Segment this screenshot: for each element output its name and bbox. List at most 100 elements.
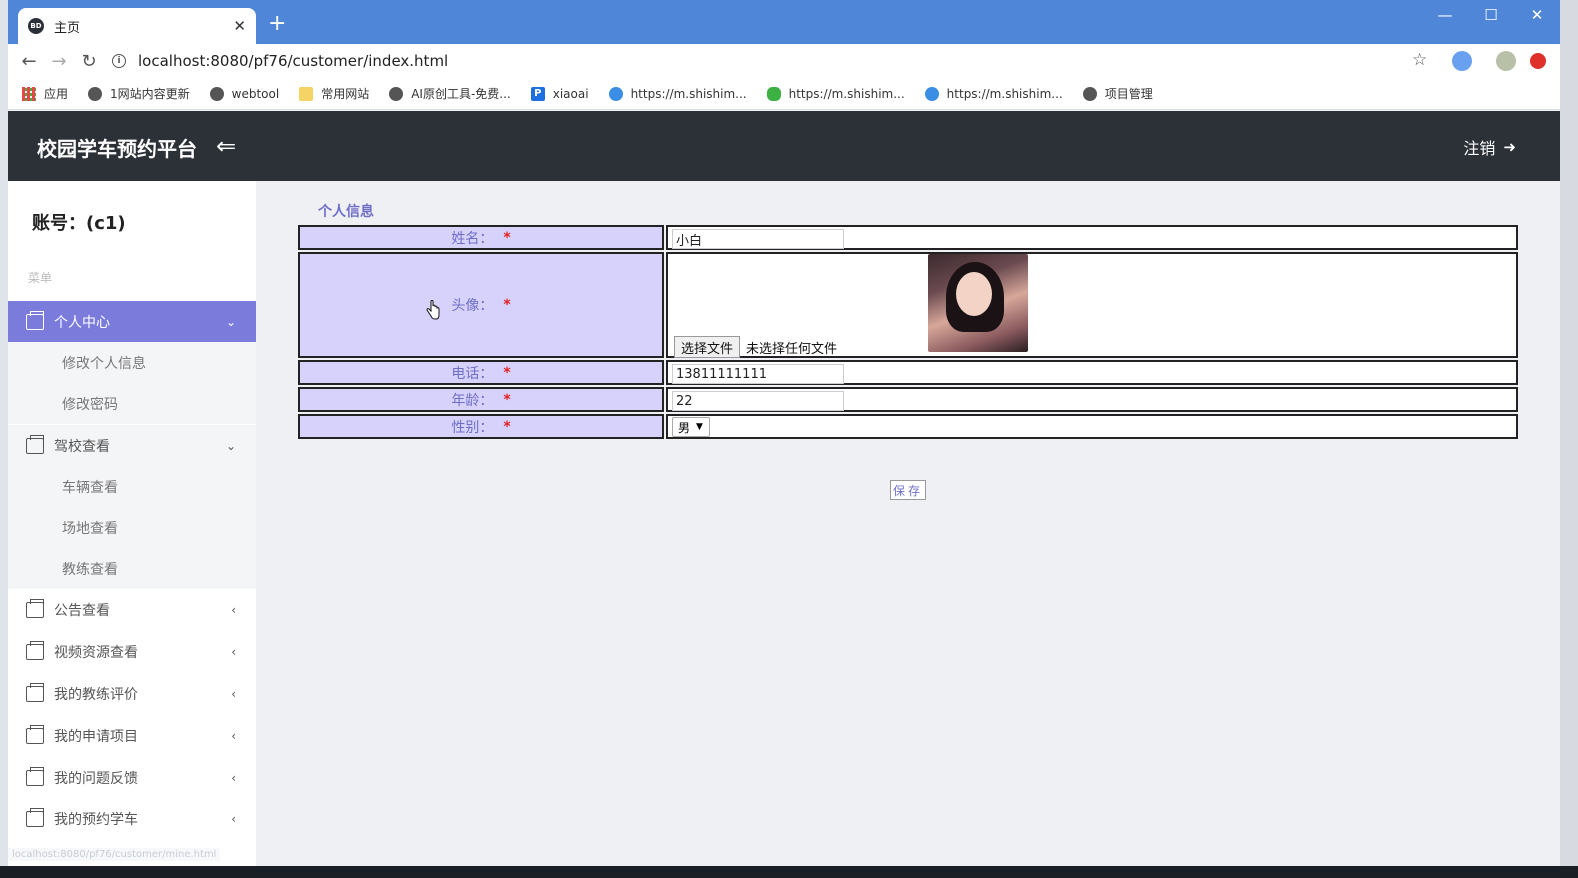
reload-icon[interactable]: ↻	[74, 51, 104, 72]
sidebar-item-reservations[interactable]: 我的预约学车 ‹	[8, 798, 256, 839]
bookmark-item[interactable]: webtool	[209, 86, 280, 101]
globe-icon	[1082, 86, 1097, 101]
blue-c-icon	[608, 86, 623, 101]
field-label: 电话： *	[298, 360, 664, 385]
sidebar-subitem-change-password[interactable]: 修改密码	[8, 383, 256, 424]
url-field[interactable]: i localhost:8080/pf76/customer/index.htm…	[112, 47, 1402, 75]
gender-select[interactable]: 男 ▼	[672, 417, 710, 437]
browser-tab[interactable]: BD 主页 ✕	[18, 8, 256, 44]
sidebar-item-driving-school[interactable]: 驾校查看 ⌄	[8, 425, 256, 466]
sidebar-item-label: 我的教练评价	[54, 686, 138, 703]
sidebar-item-label: 视频资源查看	[54, 644, 138, 661]
choose-file-button[interactable]: 选择文件	[674, 336, 741, 358]
tab-favicon-icon: BD	[28, 18, 44, 34]
bookmark-label: webtool	[231, 86, 280, 101]
form-row-avatar: 头像： * 选择文件 未选择任何文件	[298, 252, 1518, 358]
required-mark: *	[503, 297, 511, 313]
sidebar-subitem-vehicles[interactable]: 车辆查看	[8, 466, 256, 507]
age-input[interactable]	[672, 391, 844, 411]
name-input[interactable]	[672, 229, 844, 249]
account-label: 账号：(c1)	[32, 213, 126, 234]
sidebar-subitem-venues[interactable]: 场地查看	[8, 507, 256, 548]
sidebar-item-label: 我的预约学车	[54, 811, 138, 828]
app-title: 校园学车预约平台	[37, 137, 197, 161]
sidebar-item-personal-center[interactable]: 个人中心 ⌄	[8, 301, 256, 342]
sidebar-item-announcements[interactable]: 公告查看 ‹	[8, 589, 256, 630]
logout-icon: ➜	[1503, 138, 1516, 156]
menu-label: 菜单	[28, 271, 53, 285]
save-button[interactable]: 保存	[890, 480, 926, 500]
minimize-icon[interactable]: —	[1430, 6, 1460, 24]
logout-button[interactable]: 注销 ➜	[1463, 135, 1516, 159]
folder-stack-icon	[26, 807, 44, 827]
sidebar-item-feedback[interactable]: 我的问题反馈 ‹	[8, 757, 256, 798]
forward-arrow-icon[interactable]: →	[44, 51, 74, 72]
tab-close-icon[interactable]: ✕	[233, 17, 246, 35]
globe-icon	[209, 86, 224, 101]
field-label: 头像： *	[298, 252, 664, 358]
sidebar-item-videos[interactable]: 视频资源查看 ‹	[8, 631, 256, 672]
folder-icon	[299, 86, 314, 101]
globe-icon	[88, 86, 103, 101]
label-text: 电话：	[451, 365, 494, 382]
field-value	[666, 225, 1518, 250]
folder-stack-icon	[26, 434, 44, 454]
label-text: 年龄：	[451, 392, 494, 409]
p-logo-icon: P	[530, 86, 545, 101]
sidebar-subitem-coaches[interactable]: 教练查看	[8, 548, 256, 589]
bookmark-label: 1网站内容更新	[110, 87, 190, 101]
sidebar-item-label: 我的问题反馈	[54, 770, 138, 787]
form-row-gender: 性别： * 男 ▼	[298, 414, 1518, 439]
profile-avatar-icon[interactable]	[1496, 51, 1516, 71]
phone-input[interactable]	[672, 364, 844, 384]
gender-select-value: 男	[678, 420, 691, 435]
wechat-icon	[766, 86, 781, 101]
section-title: 个人信息	[318, 204, 374, 220]
sidebar-subitem-edit-profile[interactable]: 修改个人信息	[8, 342, 256, 383]
bookmark-label: AI原创工具-免费...	[411, 87, 511, 101]
bookmark-item[interactable]: https://m.shishim...	[608, 86, 747, 101]
bookmark-item[interactable]: 项目管理	[1082, 85, 1153, 102]
menu-toggle-icon[interactable]: ⇐	[216, 133, 236, 159]
label-text: 头像：	[451, 298, 494, 314]
browser-window: BD 主页 ✕ + — ☐ ✕ ← → ↻ i localhost:8080/p…	[8, 0, 1560, 866]
folder-stack-icon	[26, 766, 44, 786]
window-close-icon[interactable]: ✕	[1522, 6, 1552, 24]
chevron-left-icon: ‹	[231, 602, 236, 617]
info-icon[interactable]: i	[112, 54, 126, 68]
back-arrow-icon[interactable]: ←	[14, 51, 44, 72]
browser-titlebar: BD 主页 ✕ + — ☐ ✕	[8, 0, 1560, 44]
update-alert-icon[interactable]	[1530, 53, 1546, 69]
sidebar-item-coach-reviews[interactable]: 我的教练评价 ‹	[8, 673, 256, 714]
url-text: localhost:8080/pf76/customer/index.html	[138, 52, 449, 70]
desktop-edge-left	[0, 0, 8, 878]
main-content: 个人信息 姓名： * 头像： * 选择文件 未选择任何文件 电话： * 年龄： *	[256, 181, 1560, 866]
sidebar-item-label: 我的申请项目	[54, 728, 138, 745]
chevron-left-icon: ‹	[231, 644, 236, 659]
folder-stack-icon	[26, 310, 44, 330]
app-header: 校园学车预约平台 ⇐ 注销 ➜	[8, 111, 1560, 181]
folder-stack-icon	[26, 724, 44, 744]
bookmark-item[interactable]: 1网站内容更新	[88, 85, 190, 102]
new-tab-icon[interactable]: +	[268, 12, 286, 36]
bookmark-item[interactable]: Pxiaoai	[530, 86, 589, 101]
field-label: 性别： *	[298, 414, 664, 439]
sidebar-item-applications[interactable]: 我的申请项目 ‹	[8, 715, 256, 756]
form-row-age: 年龄： *	[298, 387, 1518, 412]
bookmark-item[interactable]: AI原创工具-免费...	[389, 85, 511, 102]
form-row-name: 姓名： *	[298, 225, 1518, 250]
bookmark-star-icon[interactable]: ☆	[1412, 50, 1427, 70]
required-mark: *	[503, 229, 511, 246]
sidebar-item-label: 个人中心	[54, 314, 110, 331]
maximize-icon[interactable]: ☐	[1476, 6, 1506, 24]
bookmark-label: https://m.shishim...	[788, 86, 905, 101]
chevron-left-icon: ‹	[231, 811, 236, 826]
bookmark-item[interactable]: 应用	[22, 85, 68, 102]
chevron-left-icon: ‹	[231, 686, 236, 701]
label-text: 性别：	[451, 419, 494, 436]
logout-label: 注销	[1463, 139, 1496, 158]
bookmark-item[interactable]: 常用网站	[299, 85, 369, 102]
bookmark-item[interactable]: https://m.shishim...	[924, 86, 1063, 101]
bookmark-item[interactable]: https://m.shishim...	[766, 86, 905, 101]
extension-icon[interactable]	[1452, 51, 1472, 71]
